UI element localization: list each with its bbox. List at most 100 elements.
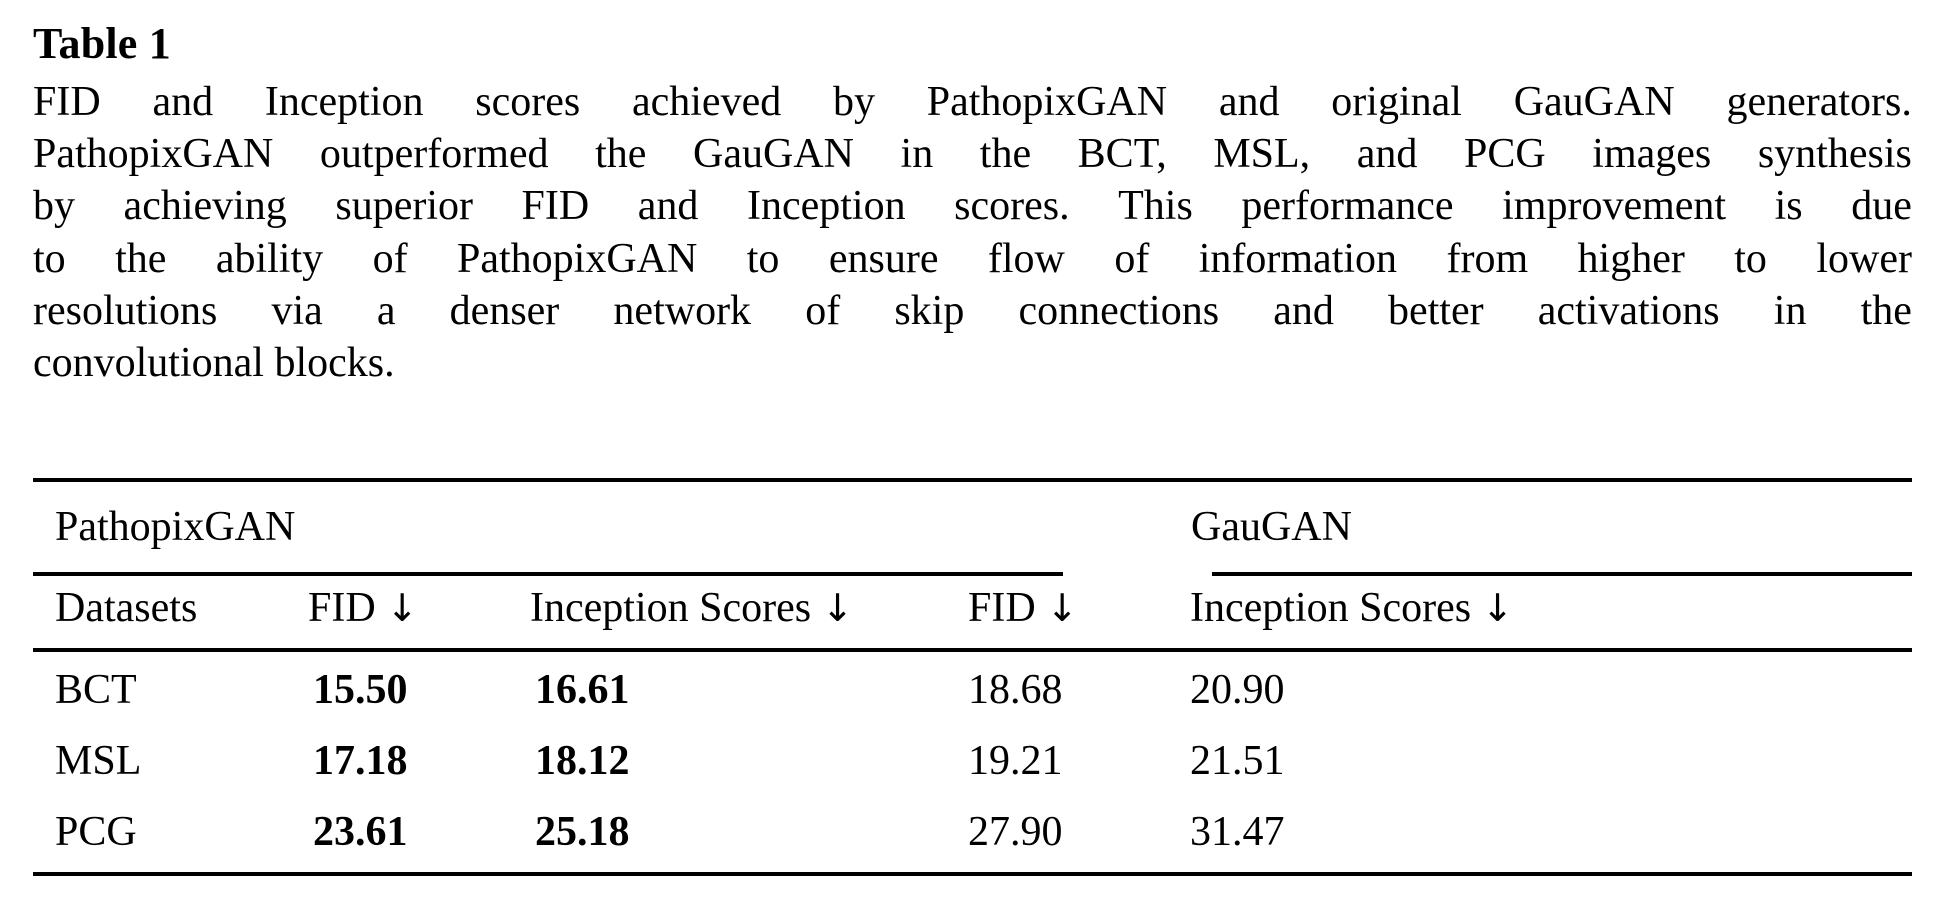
column-header-datasets-label: Datasets	[55, 585, 198, 631]
caption-word: scores.	[954, 183, 1070, 230]
caption-word: GauGAN	[692, 131, 854, 178]
table-cell: 18.12	[535, 738, 630, 784]
table-header-rule	[33, 648, 1912, 652]
caption-word: synthesis	[1757, 131, 1912, 178]
arrow-down-icon: ↓	[1046, 586, 1079, 630]
table-top-rule	[33, 478, 1912, 482]
caption-word: in	[1773, 288, 1807, 335]
table-cell: 19.21	[968, 738, 1063, 784]
caption-word: outperformed	[319, 131, 549, 178]
table-caption: Table 1 FID and Inception scores achieved by P…	[33, 18, 1912, 390]
table-row: MSL	[55, 738, 142, 784]
column-header-fid-gaugan: FID ↓	[968, 587, 1078, 629]
caption-line: resolutions via a denser network of skip connec…	[33, 285, 1912, 337]
caption-word: and	[637, 183, 699, 230]
caption-word: by	[833, 78, 875, 125]
caption-body: FID and Inception scores achieved by PathopixG…	[33, 76, 1912, 390]
caption-word: FID	[521, 183, 590, 230]
column-header-inception-pathopixgan: Inception Scores ↓	[530, 587, 853, 629]
caption-word: and	[1218, 78, 1280, 125]
group-header-pathopixgan: PathopixGAN	[55, 504, 296, 550]
caption-word: lower	[1816, 235, 1912, 282]
document-page: Table 1 FID and Inception scores achieved by P…	[0, 0, 1950, 904]
caption-word: and	[1356, 131, 1418, 178]
table-cell: 31.47	[1190, 809, 1285, 855]
caption-word: original	[1331, 78, 1462, 125]
caption-word: the	[979, 131, 1032, 178]
caption-word: better	[1387, 288, 1484, 335]
caption-word: This	[1118, 183, 1193, 230]
column-header-fid-pathopixgan-label: FID	[308, 585, 376, 631]
group-rule-gaugan	[1212, 572, 1912, 576]
caption-line: to the ability of PathopixGAN to ensure flow of i…	[33, 233, 1912, 285]
caption-line: by achieving superior FID and Inception scores…	[33, 180, 1912, 232]
caption-word: images	[1592, 131, 1712, 178]
arrow-down-icon: ↓	[821, 586, 854, 630]
caption-word: achieving	[123, 183, 287, 230]
caption-word: the	[1860, 288, 1912, 335]
column-header-fid-pathopixgan: FID ↓	[308, 587, 418, 629]
caption-word: due	[1851, 183, 1912, 230]
column-header-datasets: Datasets	[55, 587, 197, 629]
column-header-inception-gaugan-label: Inception Scores	[1190, 585, 1472, 631]
caption-word: superior	[335, 183, 473, 230]
caption-word: information	[1198, 235, 1398, 282]
table-bottom-rule	[33, 872, 1912, 876]
caption-word: to	[33, 235, 66, 282]
caption-word: the	[595, 131, 647, 178]
caption-word: and	[152, 78, 214, 125]
caption-word: performance	[1241, 183, 1454, 230]
caption-word: higher	[1577, 235, 1685, 282]
caption-word: connections	[1018, 288, 1220, 335]
table-cell: 15.50	[313, 667, 408, 713]
table-cell: 25.18	[535, 809, 630, 855]
caption-word: PathopixGAN	[33, 131, 274, 178]
table-cell: 21.51	[1190, 738, 1285, 784]
caption-word: PathopixGAN	[457, 235, 698, 282]
caption-word: generators.	[1726, 78, 1912, 125]
caption-word: skip	[894, 288, 965, 335]
caption-word: of	[1114, 235, 1150, 282]
group-rule-pathopixgan	[33, 572, 1063, 576]
table-cell: 20.90	[1190, 667, 1285, 713]
caption-word: GauGAN	[1513, 78, 1675, 125]
caption-word: in	[900, 131, 934, 178]
caption-word: activations	[1537, 288, 1720, 335]
caption-word: the	[115, 235, 167, 282]
caption-word: ensure	[828, 235, 939, 282]
caption-word: achieved	[631, 78, 782, 125]
table-row: PCG	[55, 809, 137, 855]
caption-word: ability	[215, 235, 324, 282]
caption-word: and	[1273, 288, 1334, 335]
caption-line: PathopixGAN outperformed the GauGAN in the BCT…	[33, 128, 1912, 180]
caption-word: from	[1446, 235, 1529, 282]
column-header-inception-pathopixgan-label: Inception Scores	[530, 585, 812, 631]
table-cell: 16.61	[535, 667, 630, 713]
caption-word: BCT,	[1077, 131, 1167, 178]
caption-line: FID and Inception scores achieved by PathopixG…	[33, 76, 1912, 128]
caption-word: via	[271, 288, 323, 335]
caption-word: network	[613, 288, 752, 335]
caption-word: flow	[987, 235, 1065, 282]
caption-word: Inception	[746, 183, 906, 230]
table-cell: 23.61	[313, 809, 408, 855]
caption-line: convolutional blocks.	[33, 340, 395, 387]
arrow-down-icon: ↓	[386, 586, 419, 630]
caption-word: Inception	[264, 78, 424, 125]
caption-word: of	[372, 235, 408, 282]
caption-word: MSL,	[1213, 131, 1311, 178]
group-header-gaugan: GauGAN	[1191, 504, 1352, 550]
caption-word: PCG	[1464, 131, 1546, 178]
caption-word: FID	[33, 78, 101, 125]
caption-word: scores	[475, 78, 581, 125]
caption-title: Table 1	[33, 19, 171, 68]
caption-word: is	[1774, 183, 1803, 230]
caption-word: to	[746, 235, 780, 282]
caption-word: PathopixGAN	[926, 78, 1168, 125]
caption-word: of	[805, 288, 841, 335]
table-row: BCT	[55, 667, 137, 713]
arrow-down-icon: ↓	[1481, 586, 1514, 630]
caption-word: resolutions	[33, 288, 218, 335]
table-cell: 17.18	[313, 738, 408, 784]
column-header-fid-gaugan-label: FID	[968, 585, 1036, 631]
